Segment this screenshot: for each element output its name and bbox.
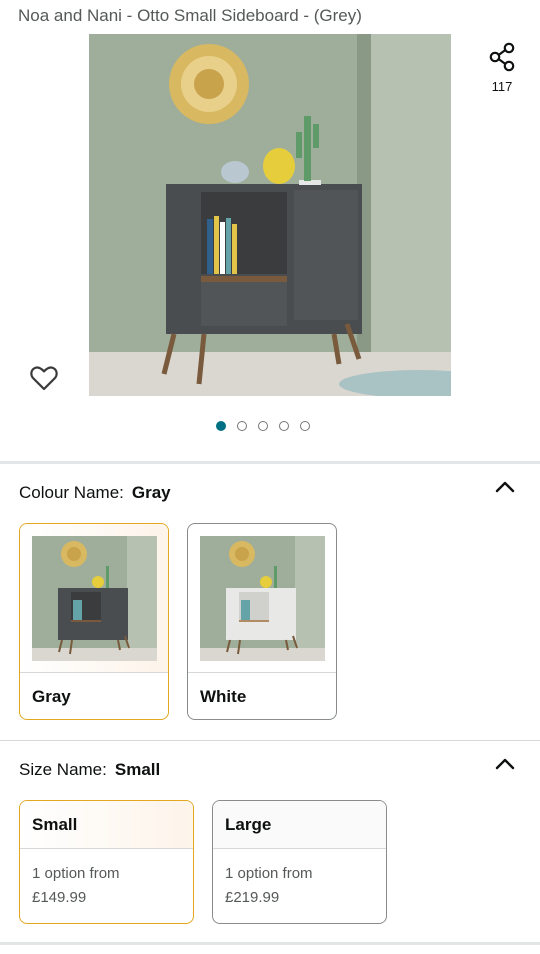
colour-label-text: Colour Name: <box>19 483 124 502</box>
size-option-label: Small <box>20 801 193 849</box>
colour-option-white[interactable]: White <box>187 523 337 720</box>
colour-option-gray[interactable]: Gray <box>19 523 169 720</box>
size-option-large[interactable]: Large 1 option from £219.99 <box>212 800 387 924</box>
carousel-dot-2[interactable] <box>237 421 247 431</box>
swatch-label-white: White <box>200 687 247 706</box>
product-title: Noa and Nani - Otto Small Sideboard - (G… <box>18 6 362 25</box>
size-option-availability: 1 option from <box>32 865 120 882</box>
chevron-up-icon[interactable] <box>493 755 517 773</box>
chevron-up-icon[interactable] <box>493 478 517 496</box>
section-divider <box>0 740 540 741</box>
size-option-label: Large <box>213 801 386 849</box>
size-option-availability: 1 option from <box>225 865 313 882</box>
size-selected-value: Small <box>114 760 161 779</box>
white-sideboard-thumbnail <box>199 535 325 661</box>
section-divider <box>0 461 540 464</box>
colour-selected-value: Gray <box>131 483 171 502</box>
share-button[interactable]: 117 <box>484 42 520 102</box>
product-image[interactable] <box>89 34 451 396</box>
carousel-dot-4[interactable] <box>279 421 289 431</box>
share-count: 117 <box>491 79 513 94</box>
carousel-dot-5[interactable] <box>300 421 310 431</box>
carousel-dot-3[interactable] <box>258 421 268 431</box>
size-label-text: Size Name: <box>19 760 107 779</box>
colour-name-label: Colour Name: Gray <box>19 483 171 503</box>
section-divider <box>0 942 540 945</box>
heart-icon <box>30 366 58 391</box>
share-icon <box>489 42 515 72</box>
size-option-small[interactable]: Small 1 option from £149.99 <box>19 800 194 924</box>
gray-sideboard-thumbnail <box>31 535 157 661</box>
size-option-price: £149.99 <box>32 889 87 906</box>
size-name-label: Size Name: Small <box>19 760 160 780</box>
size-option-price: £219.99 <box>225 889 280 906</box>
carousel-dots <box>216 421 310 431</box>
swatch-label-gray: Gray <box>32 687 71 706</box>
carousel-dot-1[interactable] <box>216 421 226 431</box>
wishlist-button[interactable] <box>28 362 60 394</box>
